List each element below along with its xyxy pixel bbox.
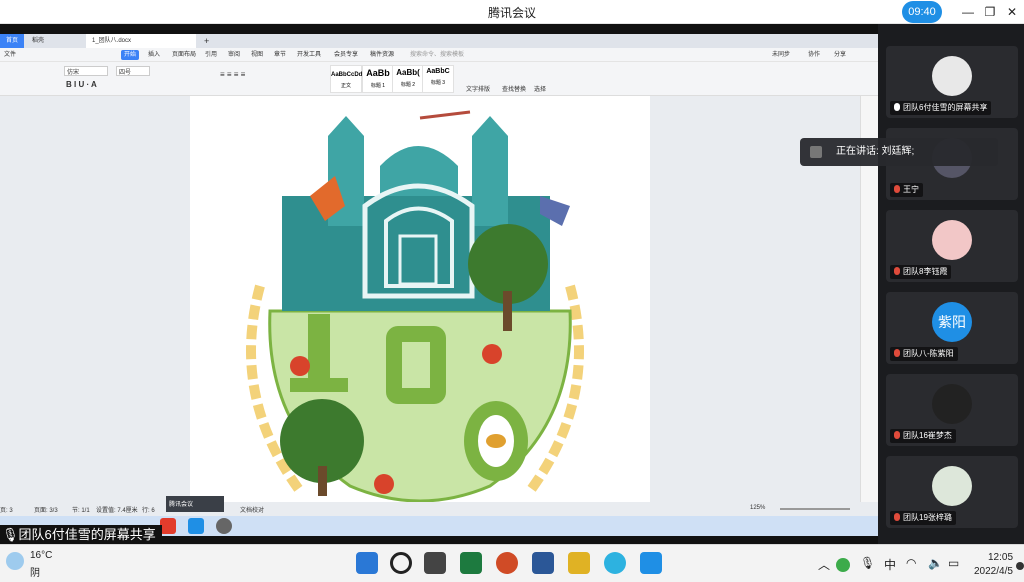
participant-name: 团队八-陈紫阳 [890,347,958,361]
tab-docer[interactable]: 稻壳 [26,34,50,48]
weather-desc[interactable]: 阴 [30,564,40,579]
notification-icon[interactable] [1016,562,1024,570]
close-icon[interactable]: ✕ [1002,3,1022,21]
meeting-popup[interactable]: 腾讯会议 [166,496,224,512]
style-normal[interactable]: AaBbCcDd 正文 [330,65,362,93]
participant-name: 团队8李钰霞 [890,265,952,279]
ime-indicator[interactable]: 中 [884,556,896,573]
share-label-text: 团队6付佳雪的屏幕共享 [18,527,156,542]
participant-tile[interactable]: 团队16崔梦杰 [886,374,1018,446]
avatar [932,56,972,96]
restore-icon[interactable]: ❐ [980,3,1000,21]
participant-name: 团队16崔梦杰 [890,429,956,443]
participant-name: 团队6付佳雪的屏幕共享 [890,101,992,115]
user-app-icon [216,518,232,534]
participant-tile[interactable]: 紫阳 团队八-陈紫阳 [886,292,1018,364]
menu-share[interactable]: 分享 [834,48,846,62]
participant-tile[interactable]: 团队8李钰霞 [886,210,1018,282]
avatar [932,384,972,424]
menu-collab[interactable]: 协作 [808,48,820,62]
word-icon[interactable] [532,552,554,574]
wps-menu-bar: 文件 开始 插入 页面布局 引用 审阅 视图 章节 开发工具 会员专享 稿件资源… [0,48,878,62]
menu-resources[interactable]: 稿件资源 [370,48,394,62]
zoom-slider[interactable] [780,508,850,510]
screen-share-label: 🎙团队6付佳雪的屏幕共享 [0,525,162,545]
wps-status-bar: 页: 3 页面: 3/3 节: 1/1 设置值: 7.4厘米 行: 6 腾讯会议… [0,496,878,516]
search-icon[interactable] [390,552,412,574]
speaker-avatar [810,146,822,158]
menu-member[interactable]: 会员专享 [334,48,358,62]
start-icon[interactable] [356,552,378,574]
menu-references[interactable]: 引用 [205,48,217,62]
participant-tile[interactable]: 团队6付佳雪的屏幕共享 [886,46,1018,118]
style-heading2[interactable]: AaBb(标题 2 [392,65,424,93]
weather-temp[interactable]: 16°C [30,550,52,561]
browser-icon[interactable] [604,552,626,574]
status-row: 行: 6 [142,508,155,514]
clock-date[interactable]: 2022/4/5 [974,566,1013,577]
new-tab-icon[interactable]: + [198,34,215,48]
wps-app-icon [160,518,176,534]
chevron-up-icon[interactable]: ︿ [818,556,830,573]
mic-icon: 🎙 [2,527,19,542]
task-view-icon[interactable] [424,552,446,574]
menu-view[interactable]: 视图 [251,48,263,62]
mic-tray-icon[interactable]: 🎙 [860,556,875,570]
tray-app-icon[interactable] [836,558,850,572]
menu-home[interactable]: 开始 [121,50,140,60]
style-heading3[interactable]: AaBbC 标题 3 [422,65,454,93]
app-title: 腾讯会议 [487,6,536,20]
speaking-indicator: 正在讲话: 刘廷辉; [800,138,998,166]
menu-search[interactable]: 搜索命令、搜索模板 [410,48,464,62]
text-layout-button[interactable]: 文字排版 [466,84,490,93]
avatar [932,220,972,260]
status-section: 节: 1/1 [72,508,90,514]
tencent-meeting-icon[interactable] [640,552,662,574]
style-heading1[interactable]: AaBb 标题 1 [362,65,394,93]
doc-check-button[interactable]: 文档校对 [240,505,264,514]
participant-name: 团队19张梓璐 [890,511,956,525]
powerpoint-icon[interactable] [496,552,518,574]
font-family-select[interactable]: 仿宋 [64,66,108,76]
menu-review[interactable]: 审阅 [228,48,240,62]
wps-tab-bar: 首页 稻壳 1_团队八.docx + [0,34,878,48]
status-pages: 页面: 3/3 [34,508,58,514]
menu-file[interactable]: 文件 [4,48,16,62]
document-page[interactable]: 100 [190,96,650,503]
meeting-app-icon [188,518,204,534]
select-button[interactable]: 选择 [534,84,546,93]
tab-home[interactable]: 首页 [0,34,25,48]
wps-ribbon: 仿宋 四号 B I U · A ≡ ≡ ≡ ≡ AaBbCcDd 正文 AaBb 标… [0,62,878,96]
status-setting: 设置值: 7.4厘米 [96,508,138,514]
status-page: 页: 3 [0,508,13,514]
file-explorer-icon[interactable] [568,552,590,574]
tab-document[interactable]: 1_团队八.docx [86,34,196,48]
menu-section[interactable]: 章节 [274,48,286,62]
battery-icon[interactable]: ▭ [948,556,959,570]
weather-icon[interactable] [6,552,24,570]
menu-sync-status[interactable]: 未同步 [772,48,790,62]
participant-tile[interactable]: 团队19张梓璐 [886,456,1018,528]
find-replace-button[interactable]: 查找替换 [502,84,526,93]
excel-icon[interactable] [460,552,482,574]
volume-icon[interactable]: 🔈 [928,556,943,570]
wifi-icon[interactable]: ◠ [906,556,916,570]
menu-layout[interactable]: 页面布局 [172,48,196,62]
avatar [932,466,972,506]
participant-name: 王宁 [890,183,923,197]
meeting-timer[interactable]: 09:40 [902,1,942,23]
speaking-text: 正在讲话: 刘廷辉; [836,146,915,157]
zoom-level[interactable]: 125% [750,505,765,511]
team-badge-illustration: 100 [246,110,584,503]
paragraph-tools[interactable]: ≡ ≡ ≡ ≡ [220,70,245,79]
clock-time[interactable]: 12:05 [988,552,1013,563]
bold-button[interactable]: B I U · A [66,80,97,89]
avatar: 紫阳 [932,302,972,342]
menu-developer[interactable]: 开发工具 [297,48,321,62]
font-size-select[interactable]: 四号 [116,66,150,76]
minimize-icon[interactable]: — [958,3,978,21]
menu-insert[interactable]: 插入 [148,48,160,62]
